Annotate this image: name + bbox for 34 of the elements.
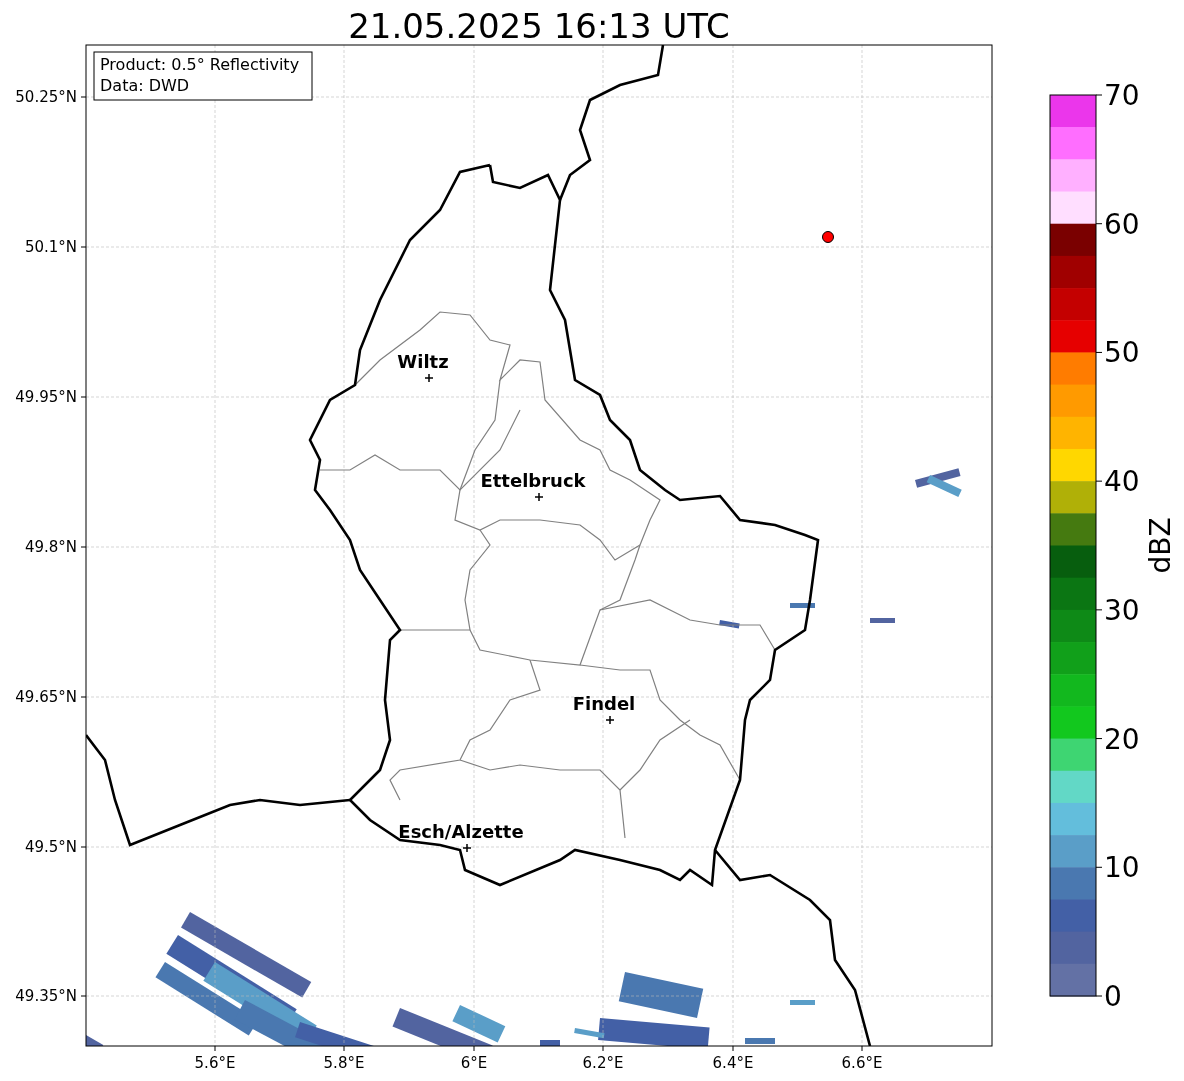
city-label: Wiltz	[397, 351, 449, 372]
colorbar-tick-label: 10	[1104, 851, 1140, 885]
axis-tick-label: 5.6°E	[194, 1054, 236, 1072]
colorbar-tick-label: 60	[1104, 207, 1140, 241]
location-dot	[822, 231, 834, 243]
info-text: Product: 0.5° Reflectivity	[100, 55, 300, 74]
city-marker-icon	[462, 843, 472, 853]
colorbar-label: dBZ	[1144, 517, 1177, 574]
axis-tick-label: 50.1°N	[24, 238, 77, 256]
axis-tick-label: 49.35°N	[15, 987, 77, 1005]
colorbar-tick-label: 0	[1104, 980, 1122, 1013]
city-label: Esch/Alzette	[398, 821, 524, 842]
axis-tick-label: 49.65°N	[15, 688, 77, 706]
colorbar-tick-label: 40	[1104, 465, 1140, 499]
axis-tick-label: 49.8°N	[24, 538, 77, 556]
axis-tick-label: 49.5°N	[24, 838, 77, 856]
city-marker-icon	[605, 715, 615, 725]
colorbar-tick-label: 70	[1104, 79, 1140, 112]
axis-tick-label: 49.95°N	[15, 388, 77, 406]
city-label: Findel	[572, 693, 636, 714]
colorbar-tick-label: 30	[1104, 593, 1140, 627]
city-label: Ettelbruck	[480, 470, 586, 491]
axis-tick-label: 6°E	[460, 1054, 488, 1072]
colorbar-tick-label: 50	[1104, 336, 1140, 370]
info-text: Data: DWD	[100, 76, 190, 95]
city-marker-icon	[424, 373, 434, 383]
map-title: 21.05.2025 16:13 UTC	[348, 6, 730, 46]
axis-tick-label: 6.4°E	[712, 1054, 754, 1072]
city-marker-icon	[534, 492, 544, 502]
axis-tick-label: 6.6°E	[841, 1054, 883, 1072]
axis-tick-label: 50.25°N	[15, 88, 77, 106]
axis-tick-label: 5.8°E	[323, 1054, 365, 1072]
colorbar-tick-label: 20	[1104, 722, 1140, 756]
axis-tick-label: 6.2°E	[582, 1054, 624, 1072]
